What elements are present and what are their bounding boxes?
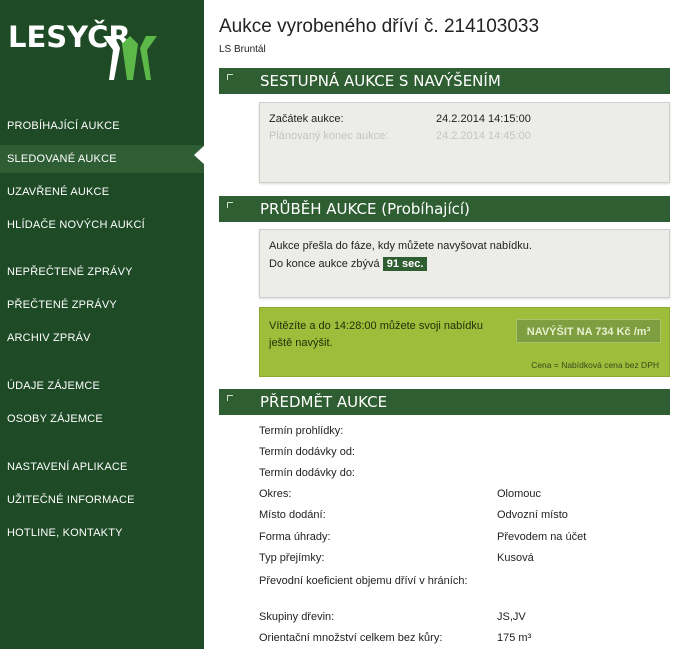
prop-value: JS,JV	[497, 611, 526, 623]
nav-item-hlidace[interactable]: HLÍDAČE NOVÝCH AUKCÍ	[0, 211, 204, 239]
prop-value: Odvozní místo	[497, 509, 568, 521]
section-header-progress: PRŮBĚH AUKCE (Probíhající)	[219, 196, 670, 222]
logo[interactable]: LESYČR	[8, 16, 168, 80]
nav-item-sledovane[interactable]: SLEDOVANÉ AUKCE	[0, 145, 204, 173]
remaining-label: Do konce aukce zbývá	[269, 258, 380, 270]
section-title: PRŮBĚH AUKCE (Probíhající)	[260, 200, 470, 218]
prop-value: Olomouc	[497, 488, 542, 500]
auction-status-box: Aukce přešla do fáze, kdy můžete navyšov…	[259, 229, 670, 298]
auction-times-box: Začátek aukce: 24.2.2014 14:15:00 Plánov…	[259, 102, 670, 183]
prop-label: Termín dodávky od:	[259, 446, 355, 458]
winning-text: Vítězíte a do 14:28:00 můžete svoji nabí…	[269, 320, 484, 349]
prop-label: Forma úhrady:	[259, 531, 331, 543]
logo-mark-icon	[103, 36, 157, 80]
prop-value: Převodem na účet	[497, 531, 587, 543]
nav-item-osoby[interactable]: OSOBY ZÁJEMCE	[0, 405, 204, 433]
prop-value: Kusová	[497, 552, 534, 564]
prop-label: Místo dodání:	[259, 509, 326, 521]
prop-value: 175 m³	[497, 632, 532, 644]
start-label: Začátek aukce:	[269, 113, 344, 125]
corner-bullet-icon	[227, 395, 233, 401]
nav-item-udaje[interactable]: ÚDAJE ZÁJEMCE	[0, 372, 204, 400]
prop-label: Termín dodávky do:	[259, 467, 355, 479]
end-label: Plánovaný konec aukce:	[269, 130, 389, 142]
nav-item-hotline[interactable]: HOTLINE, KONTAKTY	[0, 519, 204, 547]
prop-label: Orientační množství celkem bez kůry:	[259, 632, 443, 644]
nav-item-archiv[interactable]: ARCHIV ZPRÁV	[0, 324, 204, 352]
section-header-subject: PŘEDMĚT AUKCE	[219, 389, 670, 415]
end-value: 24.2.2014 14:45:00	[436, 130, 531, 142]
sidebar: LESYČR PROBÍHAJÍCÍ AUKCE SLEDOVANÉ AUKCE…	[0, 0, 204, 649]
active-indicator-icon	[194, 145, 205, 165]
winning-box: Vítězíte a do 14:28:00 můžete svoji nabí…	[259, 307, 670, 377]
remaining-time-badge: 91 sec.	[382, 257, 428, 271]
remaining-line: Do konce aukce zbývá 91 sec.	[269, 257, 428, 271]
nav-item-uzavrene[interactable]: UZAVŘENÉ AUKCE	[0, 178, 204, 206]
page-subtitle: LS Bruntál	[219, 44, 266, 55]
corner-bullet-icon	[227, 74, 233, 80]
nav-item-probihajici[interactable]: PROBÍHAJÍCÍ AUKCE	[0, 112, 204, 140]
section-title: PŘEDMĚT AUKCE	[260, 393, 388, 411]
prop-label: Typ přejímky:	[259, 552, 325, 564]
nav-item-informace[interactable]: UŽITEČNÉ INFORMACE	[0, 486, 204, 514]
section-header-auction-type: SESTUPNÁ AUKCE S NAVÝŠENÍM	[219, 68, 670, 94]
page-title: Aukce vyrobeného dříví č. 214103033	[219, 16, 540, 37]
status-line: Aukce přešla do fáze, kdy můžete navyšov…	[269, 240, 532, 252]
prop-label: Termín prohlídky:	[259, 425, 344, 437]
prop-label: Převodní koeficient objemu dříví v hrání…	[259, 575, 468, 587]
nav-item-nastaveni[interactable]: NASTAVENÍ APLIKACE	[0, 453, 204, 481]
corner-bullet-icon	[227, 202, 233, 208]
prop-label: Skupiny dřevin:	[259, 611, 335, 623]
raise-bid-button[interactable]: NAVÝŠIT NA 734 Kč /m³	[516, 319, 661, 343]
section-title: SESTUPNÁ AUKCE S NAVÝŠENÍM	[260, 72, 501, 90]
prop-label: Okres:	[259, 488, 292, 500]
nav-item-prectene[interactable]: PŘEČTENÉ ZPRÁVY	[0, 291, 204, 319]
price-note: Cena = Nabídková cena bez DPH	[531, 360, 659, 370]
start-value: 24.2.2014 14:15:00	[436, 113, 531, 125]
nav-item-neprectene[interactable]: NEPŘEČTENÉ ZPRÁVY	[0, 258, 204, 286]
